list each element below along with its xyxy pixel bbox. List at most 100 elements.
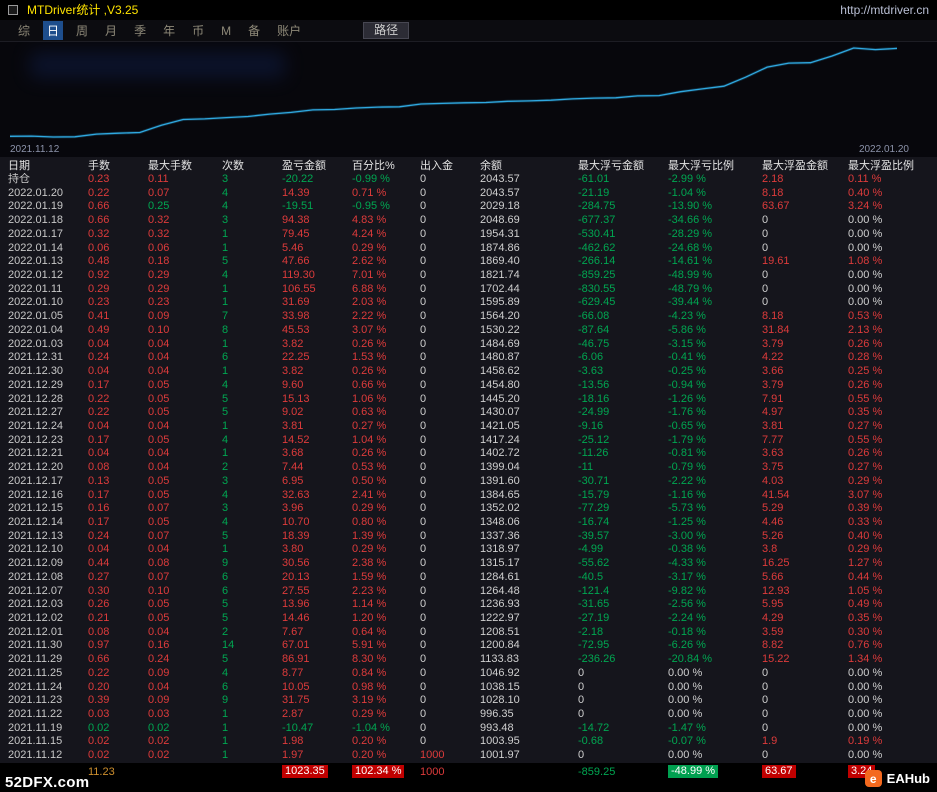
cell-max-float-loss: 0 [578, 680, 585, 693]
cell-max-float-profit: 3.79 [762, 378, 784, 391]
cell-max-float-loss: -530.41 [578, 227, 616, 240]
table-row-2022.01.20[interactable]: 2022.01.20 0.22 0.07 4 14.39 0.71 % 0 2043.57 -2… [0, 187, 937, 201]
cell-max-float-profit-pct: 0.35 % [848, 406, 883, 419]
cell-deposit: 0 [420, 433, 427, 446]
cell-deposit: 0 [420, 625, 427, 638]
cell-lots: 0.03 [88, 708, 110, 721]
table-row-2021.11.29[interactable]: 2021.11.29 0.66 0.24 5 86.91 8.30 % 0 1133.83 -2… [0, 653, 937, 667]
cell-percent: 2.23 % [352, 584, 387, 597]
cell-lots: 0.22 [88, 392, 110, 405]
table-row-2022.01.03[interactable]: 2022.01.03 0.04 0.04 1 3.82 0.26 % 0 1484.69 -46… [0, 338, 937, 352]
menu-item-币[interactable]: 币 [188, 21, 208, 40]
cell-max-lots: 0.05 [148, 474, 170, 487]
table-row-2021.11.22[interactable]: 2021.11.22 0.03 0.03 1 2.87 0.29 % 0 996.35 0 0.0… [0, 708, 937, 722]
table-row-2021.12.20[interactable]: 2021.12.20 0.08 0.04 2 7.44 0.53 % 0 1399.04 -11… [0, 461, 937, 475]
table-row-2021.12.28[interactable]: 2021.12.28 0.22 0.05 5 15.13 1.06 % 0 1445.20 -1… [0, 393, 937, 407]
table-row-2021.12.10[interactable]: 2021.12.10 0.04 0.04 1 3.80 0.29 % 0 1318.97 -4.… [0, 543, 937, 557]
menu-item-周[interactable]: 周 [72, 21, 92, 40]
cell-max-float-profit: 7.91 [762, 392, 784, 405]
cell-date: 2021.12.13 [8, 529, 64, 542]
table-row-2022.01.05[interactable]: 2022.01.05 0.41 0.09 7 33.98 2.22 % 0 1564.20 -6… [0, 310, 937, 324]
cell-count: 5 [222, 392, 229, 405]
cell-count: 6 [222, 570, 229, 583]
table-row-2021.12.17[interactable]: 2021.12.17 0.13 0.05 3 6.95 0.50 % 0 1391.60 -30… [0, 475, 937, 489]
cell-max-float-loss: -24.99 [578, 406, 610, 419]
cell-percent: 0.26 % [352, 337, 387, 350]
cell-lots: 0.02 [88, 721, 110, 734]
table-row-2022.01.11[interactable]: 2022.01.11 0.29 0.29 1 106.55 6.88 % 0 1702.44 -… [0, 283, 937, 297]
cell-date: 2021.11.19 [8, 721, 63, 734]
path-button[interactable]: 路径 [363, 22, 410, 39]
table-row-2022.01.13[interactable]: 2022.01.13 0.48 0.18 5 47.66 2.62 % 0 1869.40 -2… [0, 255, 937, 269]
table-row-持仓[interactable]: 持仓 0.23 0.11 3 -20.22 -0.99 % 0 2043.57 -61.01 -2… [0, 173, 937, 187]
cell-percent: -1.04 % [352, 721, 390, 734]
cell-percent: 7.01 % [352, 269, 387, 282]
cell-max-float-profit: 0 [762, 227, 769, 240]
table-row-2021.12.30[interactable]: 2021.12.30 0.04 0.04 1 3.82 0.26 % 0 1458.62 -3.… [0, 365, 937, 379]
table-row-2021.11.30[interactable]: 2021.11.30 0.97 0.16 14 67.01 5.91 % 0 1200.84 -… [0, 639, 937, 653]
menu-item-备[interactable]: 备 [244, 21, 264, 40]
table-row-2021.12.27[interactable]: 2021.12.27 0.22 0.05 5 9.02 0.63 % 0 1430.07 -24… [0, 406, 937, 420]
table-row-2021.11.12[interactable]: 2021.11.12 0.02 0.02 1 1.97 0.20 % 1000 1001.97… [0, 749, 937, 763]
cell-profit: 13.96 [282, 598, 310, 611]
table-row-2021.12.08[interactable]: 2021.12.08 0.27 0.07 6 20.13 1.59 % 0 1284.61 -4… [0, 571, 937, 585]
table-row-2021.12.14[interactable]: 2021.12.14 0.17 0.05 4 10.70 0.80 % 0 1348.06 -1… [0, 516, 937, 530]
table-row-2021.11.15[interactable]: 2021.11.15 0.02 0.02 1 1.98 0.20 % 0 1003.95 -0.… [0, 735, 937, 749]
table-row-2022.01.18[interactable]: 2022.01.18 0.66 0.32 3 94.38 4.83 % 0 2048.69 -6… [0, 214, 937, 228]
table-row-2021.11.24[interactable]: 2021.11.24 0.20 0.04 6 10.05 0.98 % 0 1038.15 0 0… [0, 681, 937, 695]
table-row-2021.11.23[interactable]: 2021.11.23 0.39 0.09 9 31.75 3.19 % 0 1028.10 0 0… [0, 694, 937, 708]
menu-item-M[interactable]: M [217, 23, 235, 39]
menu-item-年[interactable]: 年 [159, 21, 179, 40]
table-row-2021.12.01[interactable]: 2021.12.01 0.08 0.04 2 7.67 0.64 % 0 1208.51 -2.… [0, 626, 937, 640]
cell-lots: 0.97 [88, 639, 110, 652]
menu-item-月[interactable]: 月 [101, 21, 121, 40]
table-row-2021.12.21[interactable]: 2021.12.21 0.04 0.04 1 3.68 0.26 % 0 1402.72 -11… [0, 447, 937, 461]
table-row-2021.12.31[interactable]: 2021.12.31 0.24 0.04 6 22.25 1.53 % 0 1480.87 -6… [0, 351, 937, 365]
table-row-2022.01.17[interactable]: 2022.01.17 0.32 0.32 1 79.45 4.24 % 0 1954.31 -5… [0, 228, 937, 242]
table-row-2022.01.04[interactable]: 2022.01.04 0.49 0.10 8 45.53 3.07 % 0 1530.22 -8… [0, 324, 937, 338]
table-row-2021.12.02[interactable]: 2021.12.02 0.21 0.05 5 14.46 1.20 % 0 1222.97 -2… [0, 612, 937, 626]
cell-max-float-profit: 3.79 [762, 337, 784, 350]
cell-deposit: 0 [420, 584, 427, 597]
cell-balance: 1874.86 [480, 241, 520, 254]
vendor-url[interactable]: http://mtdriver.cn [840, 3, 929, 17]
cell-max-float-loss: -46.75 [578, 337, 610, 350]
table-row-2022.01.12[interactable]: 2022.01.12 0.92 0.29 4 119.30 7.01 % 0 1821.74 -… [0, 269, 937, 283]
cell-percent: 4.83 % [352, 214, 387, 227]
cell-max-float-loss: -629.45 [578, 296, 616, 309]
cell-max-float-profit: 8.82 [762, 639, 784, 652]
cell-deposit: 0 [420, 296, 427, 309]
table-row-2022.01.10[interactable]: 2022.01.10 0.23 0.23 1 31.69 2.03 % 0 1595.89 -6… [0, 296, 937, 310]
cell-percent: 0.50 % [352, 474, 387, 487]
cell-count: 14 [222, 639, 235, 652]
menu-item-季[interactable]: 季 [130, 21, 150, 40]
table-row-2021.11.19[interactable]: 2021.11.19 0.02 0.02 1 -10.47 -1.04 % 0 993.48 -… [0, 722, 937, 736]
cell-max-float-loss-pct: -0.79 % [668, 461, 706, 474]
cell-max-lots: 0.04 [148, 543, 170, 556]
cell-max-float-loss-pct: -0.81 % [668, 447, 706, 460]
cell-lots: 0.66 [88, 200, 110, 213]
menu-item-日[interactable]: 日 [43, 21, 64, 40]
cell-balance: 1284.61 [480, 570, 520, 583]
menu-item-账户[interactable]: 账户 [273, 21, 305, 40]
table-row-2021.12.29[interactable]: 2021.12.29 0.17 0.05 4 9.60 0.66 % 0 1454.80 -13… [0, 379, 937, 393]
table-row-2022.01.14[interactable]: 2022.01.14 0.06 0.06 1 5.46 0.29 % 0 1874.86 -46… [0, 242, 937, 256]
cell-max-float-loss: -462.62 [578, 241, 616, 254]
cell-percent: 0.98 % [352, 680, 387, 693]
cell-max-lots: 0.05 [148, 433, 170, 446]
table-row-2022.01.19[interactable]: 2022.01.19 0.66 0.25 4 -19.51 -0.95 % 0 2029.18… [0, 200, 937, 214]
table-row-2021.12.16[interactable]: 2021.12.16 0.17 0.05 4 32.63 2.41 % 0 1384.65 -1… [0, 489, 937, 503]
table-row-2021.12.07[interactable]: 2021.12.07 0.30 0.10 6 27.55 2.23 % 0 1264.48 -1… [0, 585, 937, 599]
table-row-2021.12.15[interactable]: 2021.12.15 0.16 0.07 3 3.96 0.29 % 0 1352.02 -77… [0, 502, 937, 516]
cell-max-float-profit-pct: 0.26 % [848, 378, 883, 391]
cell-count: 5 [222, 653, 229, 666]
cell-max-float-loss-pct: -4.33 % [668, 557, 706, 570]
table-row-2021.11.25[interactable]: 2021.11.25 0.22 0.09 4 8.77 0.84 % 0 1046.92 0 0.… [0, 667, 937, 681]
table-row-2021.12.13[interactable]: 2021.12.13 0.24 0.07 5 18.39 1.39 % 0 1337.36 -3… [0, 530, 937, 544]
table-row-2021.12.03[interactable]: 2021.12.03 0.26 0.05 5 13.96 1.14 % 0 1236.93 -3… [0, 598, 937, 612]
table-row-2021.12.09[interactable]: 2021.12.09 0.44 0.08 9 30.56 2.38 % 0 1315.17 -5… [0, 557, 937, 571]
cell-deposit: 0 [420, 323, 427, 336]
menu-item-综[interactable]: 综 [14, 21, 34, 40]
table-row-2021.12.23[interactable]: 2021.12.23 0.17 0.05 4 14.52 1.04 % 0 1417.24 -2… [0, 434, 937, 448]
table-row-2021.12.24[interactable]: 2021.12.24 0.04 0.04 1 3.81 0.27 % 0 1421.05 -9.… [0, 420, 937, 434]
